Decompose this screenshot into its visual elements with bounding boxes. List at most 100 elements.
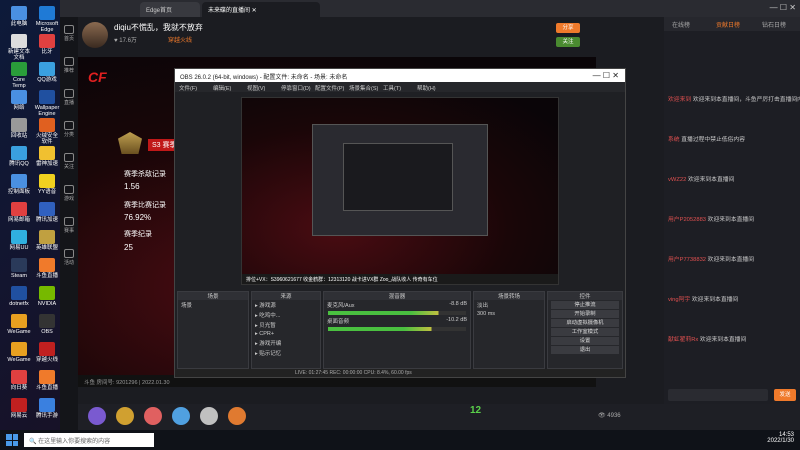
desktop-icon[interactable]: 雷神加速: [34, 146, 60, 167]
desktop-icon[interactable]: 新建文本文档: [6, 34, 32, 61]
desktop-icon[interactable]: NVIDIA: [34, 286, 60, 307]
stream-tag[interactable]: 穿越火线: [168, 35, 192, 44]
obs-control-button[interactable]: 退出: [551, 346, 619, 354]
obs-menu-item[interactable]: 停靠窗口(D): [281, 84, 311, 92]
nav-item[interactable]: 关注: [61, 153, 77, 170]
obs-menu-item[interactable]: 工具(T): [383, 84, 401, 92]
desktop-icon[interactable]: Microsoft Edge: [34, 6, 60, 33]
chat-user[interactable]: 用户P2052883: [668, 217, 708, 223]
desktop-icon[interactable]: QQ游戏: [34, 62, 60, 83]
nav-item[interactable]: 分类: [61, 121, 77, 138]
desktop-icon[interactable]: dotnetfx: [6, 286, 32, 307]
chat-user[interactable]: vWZ22: [668, 177, 688, 183]
desktop-icon[interactable]: 斗鱼直播: [34, 258, 60, 279]
obs-menu-item[interactable]: 帮助(H): [417, 84, 436, 92]
desktop-icon[interactable]: WeGame: [6, 314, 32, 335]
winrate-value: 76.92%: [124, 213, 152, 222]
chat-user[interactable]: 欢迎来到: [668, 97, 693, 103]
controls-dock: 控件 停止推流 开始录制 启动虚拟摄像机 工作室模式 设置 退出: [547, 291, 623, 369]
desktop-icon[interactable]: YY语音: [34, 174, 60, 195]
mixer-mic-meter[interactable]: [328, 311, 466, 315]
obs-preview[interactable]: 排位+VX：S3960621677 收金鹤群：12313120 战卡进VX群 Z…: [241, 97, 559, 285]
gift-icon[interactable]: [228, 407, 246, 425]
chat-input[interactable]: [668, 389, 768, 401]
desktop-icon[interactable]: 比牙: [34, 34, 60, 55]
app-icon: [39, 314, 55, 328]
source-item[interactable]: ▸ 游戏开编: [252, 338, 320, 348]
nav-item[interactable]: 推荐: [61, 57, 77, 74]
desktop-icon[interactable]: 向日葵: [6, 370, 32, 391]
kd-value: 1.56: [124, 182, 140, 191]
gift-icon[interactable]: [144, 407, 162, 425]
desktop-icon[interactable]: 腾讯QQ: [6, 146, 32, 167]
obs-menu-item[interactable]: 视图(V): [247, 84, 265, 92]
nav-item[interactable]: 直播: [61, 89, 77, 106]
tab-douyu-room[interactable]: 未来碟的直播间 ✕: [202, 2, 320, 17]
window-controls[interactable]: — ☐ ✕: [770, 3, 796, 12]
desktop-icon[interactable]: 此电脑: [6, 6, 32, 27]
desktop-icon[interactable]: 网易UU: [6, 230, 32, 251]
chat-user[interactable]: 献虹翟莉Rx: [668, 337, 700, 343]
avatar[interactable]: [82, 22, 108, 48]
desktop-icon[interactable]: 网络: [6, 90, 32, 111]
start-icon[interactable]: [6, 434, 18, 446]
tab-daily-contrib[interactable]: 贡献日榜: [716, 20, 740, 29]
transition-duration[interactable]: 300 ms: [474, 310, 544, 318]
desktop-icon[interactable]: WeGame: [6, 342, 32, 363]
transition-mode[interactable]: 淡出: [474, 300, 544, 310]
desktop-icon[interactable]: 回收站: [6, 118, 32, 139]
nav-item[interactable]: 赛事: [61, 217, 77, 234]
obs-menu-item[interactable]: 编辑(E): [213, 84, 231, 92]
obs-control-button[interactable]: 设置: [551, 337, 619, 345]
taskbar-search[interactable]: 🔍 在这里输入你要搜索的内容: [24, 433, 154, 447]
nav-item[interactable]: 游戏: [61, 185, 77, 202]
chat-user[interactable]: ving阿宇: [668, 297, 692, 303]
obs-window-controls[interactable]: — ☐ ✕: [593, 71, 619, 80]
nav-icon: [64, 25, 74, 34]
obs-menu-item[interactable]: 场景集合(S): [349, 84, 378, 92]
source-item[interactable]: ▸ 贴示记忆: [252, 348, 320, 358]
desktop-icon[interactable]: 网易云: [6, 398, 32, 419]
gift-icon[interactable]: [116, 407, 134, 425]
desktop-icon[interactable]: Wallpaper Engine: [34, 90, 60, 117]
desktop-icon[interactable]: OBS: [34, 314, 60, 335]
obs-control-button[interactable]: 停止推流: [551, 301, 619, 309]
nav-item[interactable]: 活动: [61, 249, 77, 266]
obs-control-button[interactable]: 启动虚拟摄像机: [551, 319, 619, 327]
source-item[interactable]: ▸ 吃鸡中...: [252, 310, 320, 320]
follow-button[interactable]: 关注: [556, 37, 580, 47]
send-button[interactable]: 发送: [774, 389, 796, 401]
nav-item[interactable]: 首页: [61, 25, 77, 42]
desktop-icon[interactable]: 网易邮箱: [6, 202, 32, 223]
tab-online-rank[interactable]: 在线榜: [672, 20, 690, 29]
right-tabs: 在线榜 贡献日榜 钻石日榜: [664, 17, 800, 31]
chat-user[interactable]: 用户P7738832: [668, 257, 708, 263]
obs-control-button[interactable]: 工作室模式: [551, 328, 619, 336]
source-item[interactable]: ▸ CPR+: [252, 330, 320, 338]
app-icon: [39, 370, 55, 384]
mixer-desktop-meter[interactable]: [328, 327, 466, 331]
desktop-icon[interactable]: Steam: [6, 258, 32, 279]
gift-icon[interactable]: [200, 407, 218, 425]
desktop-icon[interactable]: 控制面板: [6, 174, 32, 195]
share-button[interactable]: 分享: [556, 23, 580, 33]
source-item[interactable]: ▸ 贝光暂: [252, 320, 320, 330]
desktop-icon[interactable]: 火绒安全软件: [34, 118, 60, 145]
gift-icon[interactable]: [172, 407, 190, 425]
desktop-icon[interactable]: 腾讯加速: [34, 202, 60, 223]
desktop-icon[interactable]: 穿越火线: [34, 342, 60, 363]
obs-menu-item[interactable]: 文件(F): [179, 84, 197, 92]
chat-user[interactable]: 系统: [668, 137, 681, 143]
obs-menu-item[interactable]: 配置文件(P): [315, 84, 344, 92]
desktop-icon[interactable]: 腾讯手游: [34, 398, 60, 419]
scene-item[interactable]: 场景: [178, 300, 248, 310]
desktop-icon[interactable]: 英雄联盟: [34, 230, 60, 251]
desktop-icon[interactable]: Core Temp: [6, 62, 32, 89]
tab-edge[interactable]: Edge首页: [140, 2, 200, 17]
obs-control-button[interactable]: 开始录制: [551, 310, 619, 318]
taskbar-clock[interactable]: 14:53 2022/1/30: [767, 432, 794, 444]
gift-icon[interactable]: [88, 407, 106, 425]
desktop-icon[interactable]: 斗鱼直播: [34, 370, 60, 391]
source-item[interactable]: ▸ 游戏源: [252, 300, 320, 310]
tab-diamond[interactable]: 钻石日榜: [762, 20, 786, 29]
